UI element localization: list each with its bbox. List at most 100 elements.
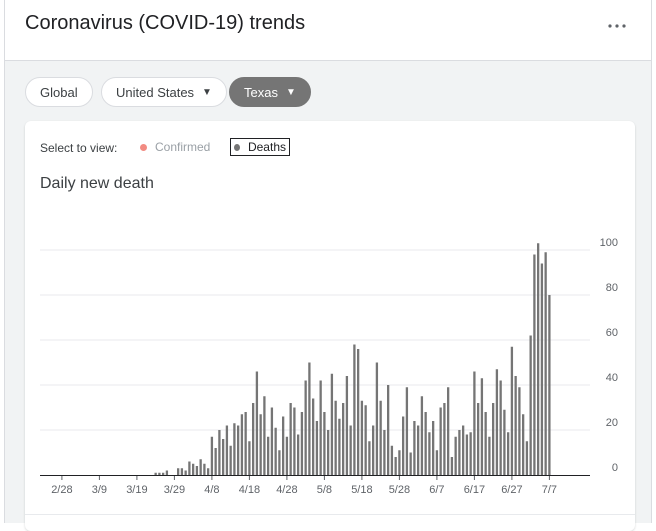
bar[interactable]: [495, 369, 499, 475]
bar[interactable]: [503, 409, 506, 475]
bar[interactable]: [300, 412, 304, 475]
bar[interactable]: [447, 387, 450, 475]
bar[interactable]: [394, 457, 397, 475]
bar[interactable]: [338, 418, 341, 475]
bar[interactable]: [405, 387, 409, 475]
bar[interactable]: [297, 434, 300, 476]
bar[interactable]: [315, 421, 319, 475]
bar[interactable]: [375, 362, 379, 476]
bar[interactable]: [312, 398, 315, 476]
bar[interactable]: [184, 470, 187, 476]
bar[interactable]: [533, 254, 536, 476]
bar[interactable]: [507, 432, 510, 475]
bar[interactable]: [424, 412, 427, 475]
bar[interactable]: [402, 416, 405, 476]
bar[interactable]: [285, 436, 289, 475]
bar[interactable]: [353, 344, 356, 476]
bar[interactable]: [267, 436, 270, 475]
bar[interactable]: [465, 434, 469, 476]
bar[interactable]: [248, 441, 251, 475]
bar[interactable]: [428, 432, 431, 475]
bar[interactable]: [510, 346, 514, 475]
bar[interactable]: [282, 416, 285, 476]
bar[interactable]: [195, 466, 199, 475]
bar[interactable]: [368, 441, 371, 475]
bar[interactable]: [255, 371, 259, 476]
bar[interactable]: [409, 452, 412, 476]
bar[interactable]: [413, 421, 416, 475]
bar[interactable]: [218, 430, 221, 475]
bar[interactable]: [473, 371, 476, 476]
bar[interactable]: [327, 430, 330, 475]
bar[interactable]: [469, 432, 472, 475]
bar[interactable]: [537, 243, 540, 475]
bar[interactable]: [345, 376, 349, 475]
bar[interactable]: [488, 436, 491, 475]
bar[interactable]: [387, 385, 390, 475]
bar[interactable]: [274, 427, 277, 475]
bar[interactable]: [484, 412, 487, 475]
bar[interactable]: [398, 450, 401, 475]
bar[interactable]: [458, 430, 461, 475]
bar[interactable]: [207, 468, 210, 475]
bar[interactable]: [492, 403, 495, 475]
bar[interactable]: [544, 252, 547, 475]
bar[interactable]: [334, 400, 337, 475]
bar[interactable]: [229, 445, 232, 475]
bar[interactable]: [162, 472, 165, 475]
bar[interactable]: [522, 414, 525, 475]
bar[interactable]: [548, 295, 551, 475]
bar[interactable]: [417, 425, 420, 476]
bar[interactable]: [188, 461, 191, 476]
bar[interactable]: [462, 425, 465, 476]
bar[interactable]: [454, 436, 457, 475]
bar[interactable]: [420, 396, 424, 475]
bar[interactable]: [390, 445, 394, 475]
bar[interactable]: [514, 376, 517, 475]
bar[interactable]: [349, 425, 352, 476]
bar[interactable]: [214, 448, 217, 475]
bar[interactable]: [435, 450, 439, 475]
bar[interactable]: [439, 407, 442, 476]
bar[interactable]: [443, 403, 446, 475]
bar[interactable]: [293, 407, 296, 476]
bar[interactable]: [323, 412, 326, 475]
bar[interactable]: [192, 463, 195, 475]
bar[interactable]: [289, 403, 292, 475]
bar[interactable]: [432, 421, 435, 475]
bar[interactable]: [244, 412, 247, 475]
bar[interactable]: [525, 441, 529, 475]
bar[interactable]: [180, 468, 184, 475]
bar[interactable]: [477, 403, 480, 475]
bar[interactable]: [270, 407, 274, 476]
bar[interactable]: [222, 439, 225, 475]
bar[interactable]: [372, 425, 375, 476]
bar[interactable]: [252, 403, 255, 475]
bar[interactable]: [319, 380, 322, 476]
bar[interactable]: [158, 472, 161, 475]
bar[interactable]: [225, 425, 229, 476]
bar[interactable]: [210, 436, 214, 475]
bar[interactable]: [263, 396, 266, 475]
bar[interactable]: [278, 450, 281, 475]
bar[interactable]: [383, 430, 386, 475]
bar[interactable]: [177, 468, 180, 475]
bar[interactable]: [165, 470, 169, 476]
bar[interactable]: [480, 378, 484, 475]
bar[interactable]: [529, 335, 532, 476]
bar[interactable]: [364, 405, 367, 475]
bar[interactable]: [203, 463, 206, 475]
bar[interactable]: [308, 362, 311, 476]
bar[interactable]: [518, 387, 521, 475]
bar[interactable]: [240, 414, 244, 475]
bar[interactable]: [233, 423, 236, 475]
bar[interactable]: [360, 400, 364, 475]
bar[interactable]: [330, 373, 334, 475]
bar[interactable]: [499, 380, 502, 476]
bar[interactable]: [379, 400, 382, 475]
bar[interactable]: [450, 457, 454, 475]
bar[interactable]: [154, 472, 157, 475]
bar[interactable]: [237, 425, 240, 476]
bar[interactable]: [304, 380, 307, 476]
bar[interactable]: [357, 349, 360, 475]
